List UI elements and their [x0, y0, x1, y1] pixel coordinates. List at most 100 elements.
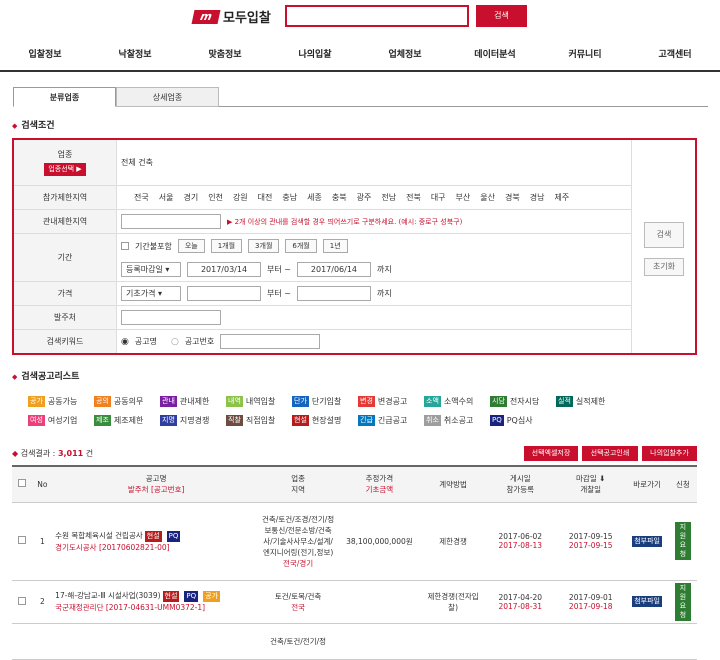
region-option[interactable]: 서울: [159, 192, 174, 203]
area-note: ▶ 2개 이상의 관내를 검색할 경우 띄어쓰기로 구분하세요. (예시: 중로…: [227, 217, 463, 226]
search-button[interactable]: 검색: [644, 222, 684, 248]
logo[interactable]: m 모두입찰: [191, 7, 271, 26]
row-org: 발주처: [14, 306, 631, 330]
row-period: 기간 기간불포함 오늘 1개월 3개월 6개월 1년 등록마감일 ▾ 2017/…: [14, 234, 631, 282]
region-option[interactable]: 세종: [307, 192, 322, 203]
region-option[interactable]: 강원: [233, 192, 248, 203]
legend-tag: 직찰: [226, 415, 243, 426]
region-option[interactable]: 전북: [406, 192, 421, 203]
tab-detail[interactable]: 상세업종: [116, 87, 219, 107]
row-checkbox-cell: [12, 622, 32, 660]
print-button[interactable]: 선택공고인쇄: [582, 446, 638, 461]
excel-save-button[interactable]: 선택엑셀저장: [524, 446, 578, 461]
row-region: 전국: [291, 602, 306, 612]
nav-item[interactable]: 입찰정보: [0, 44, 90, 70]
region-option[interactable]: 울산: [480, 192, 495, 203]
row-title-text[interactable]: 수원 복합체육시설 건립공사: [55, 531, 143, 540]
period-1m-button[interactable]: 1개월: [210, 239, 243, 253]
price-from-input[interactable]: [187, 286, 261, 301]
row-deadline-cell: 2017-09-01 2017-09-18: [556, 579, 626, 624]
legend-label: 변경공고: [377, 397, 408, 406]
main-nav: 입찰정보 낙찰정보 맞춤정보 나의입찰 업체정보 데이터분석 커뮤니티 고객센터: [0, 44, 720, 72]
support-request-button[interactable]: 지원요청: [674, 522, 691, 560]
nav-item[interactable]: 데이터분석: [450, 44, 540, 70]
legend-label: 제조제한: [113, 416, 144, 425]
nav-item[interactable]: 나의입찰: [270, 44, 360, 70]
period-1y-button[interactable]: 1년: [322, 239, 348, 253]
region-option[interactable]: 부산: [456, 192, 471, 203]
period-checkbox[interactable]: [121, 242, 129, 250]
region-option[interactable]: 전국: [134, 192, 149, 203]
nav-item[interactable]: 낙찰정보: [90, 44, 180, 70]
legend-tag: 지명: [160, 415, 177, 426]
row-industry: 건축/토건/조경/전기/정보통신/전문소방/건축사/기술사사무소/설계/엔지니어…: [262, 514, 335, 557]
keyword-input[interactable]: [220, 334, 321, 349]
industry-select-button[interactable]: 업종선택 ▶: [44, 163, 86, 176]
price-end: 까지: [376, 289, 392, 298]
col-region-label: 지역: [291, 485, 306, 495]
region-option[interactable]: 경북: [505, 192, 520, 203]
add-my-bid-button[interactable]: 나의입찰추가: [642, 446, 697, 461]
legend-tag: 긴급: [358, 415, 375, 426]
row-title-text[interactable]: 17-해-강남교-Ⅲ 시설사업(3039): [55, 591, 160, 600]
radio-number[interactable]: ○: [171, 337, 179, 347]
radio-title[interactable]: ◉: [121, 337, 129, 347]
nav-item[interactable]: 업체정보: [360, 44, 450, 70]
row-industry: 업종 업종선택 ▶ 전체 건축: [14, 140, 631, 186]
legend-item: 실적 실적제한: [556, 396, 622, 407]
tab-category[interactable]: 분류업종: [13, 87, 116, 107]
region-option[interactable]: 광주: [357, 192, 372, 203]
date-to-input[interactable]: 2017/06/14: [296, 261, 371, 277]
select-all-checkbox[interactable]: [17, 479, 26, 488]
region-option[interactable]: 대구: [431, 192, 446, 203]
nav-item[interactable]: 맞춤정보: [180, 44, 270, 70]
row-view-cell: 첨부파일: [625, 579, 669, 624]
date-type-select[interactable]: 등록마감일 ▾: [121, 261, 181, 277]
region-option[interactable]: 인천: [208, 192, 223, 203]
area-input[interactable]: [121, 214, 221, 229]
legend-item: 직찰 직접입찰: [226, 415, 292, 426]
top-search-input[interactable]: [285, 5, 469, 27]
industry-values: 전체 건축: [121, 158, 153, 167]
legend-tag: 내역: [226, 396, 243, 407]
row-price: [337, 579, 422, 624]
price-to-input[interactable]: [296, 286, 371, 301]
row-industry-cell: 건축/토건/조경/전기/정보통신/전문소방/건축사/기술사사무소/설계/엔지니어…: [259, 501, 338, 581]
row-title[interactable]: 17-해-강남교-Ⅲ 시설사업(3039) 현설 PQ 공가: [55, 590, 257, 602]
row-checkbox[interactable]: [17, 536, 26, 544]
region-option[interactable]: 충남: [282, 192, 297, 203]
row-title-cell: [53, 622, 260, 660]
attachment-button[interactable]: 첨부파일: [632, 596, 662, 607]
org-input[interactable]: [121, 310, 221, 325]
region-option[interactable]: 충북: [332, 192, 347, 203]
legend-tag: 단가: [292, 396, 309, 407]
price-type-select[interactable]: 기초가격 ▾: [121, 286, 181, 301]
row-deadline-cell: [556, 622, 626, 660]
region-option[interactable]: 전남: [381, 192, 396, 203]
col-deadline[interactable]: 마감일 ⬇ 개찰일: [556, 465, 626, 503]
nav-item[interactable]: 고객센터: [630, 44, 720, 70]
region-option[interactable]: 경남: [530, 192, 545, 203]
nav-item[interactable]: 커뮤니티: [540, 44, 630, 70]
period-6m-button[interactable]: 6개월: [285, 239, 317, 253]
reset-button[interactable]: 초기화: [644, 258, 684, 276]
region-option[interactable]: 대전: [258, 192, 273, 203]
period-3m-button[interactable]: 3개월: [248, 239, 280, 253]
row-apply-cell: 지원요청: [668, 501, 697, 581]
table-row: 건축/토건/전기/정: [12, 622, 697, 660]
row-checkbox[interactable]: [17, 596, 26, 605]
industry-label: 업종: [57, 150, 73, 159]
attachment-button[interactable]: 첨부파일: [632, 535, 662, 547]
top-search-button[interactable]: 검색: [476, 5, 527, 27]
date-from-input[interactable]: 2017/03/14: [187, 261, 261, 277]
row-deadline-cell: 2017-09-15 2017-09-15: [556, 501, 626, 581]
col-view: 바로가기: [625, 465, 669, 503]
row-org: 국군재정관리단 [2017-04631-UMM0372-1]: [55, 603, 206, 612]
legend-tag: 실적: [556, 396, 573, 407]
row-title[interactable]: 수원 복합체육시설 건립공사 현설 PQ: [55, 530, 257, 542]
region-option[interactable]: 경기: [183, 192, 198, 203]
support-request-button[interactable]: 지원요청: [674, 582, 691, 621]
region-label: 참가제한지역: [14, 186, 117, 209]
region-option[interactable]: 제주: [554, 192, 569, 203]
period-today-button[interactable]: 오늘: [177, 239, 205, 253]
